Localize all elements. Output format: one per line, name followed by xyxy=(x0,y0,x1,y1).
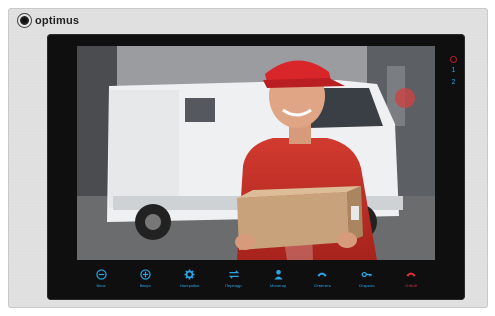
handset-icon xyxy=(316,268,328,280)
volume-up-label: Вверх xyxy=(139,283,151,288)
monitor-label: Монитор xyxy=(269,283,287,288)
intercom-monitor: optimus 1 2 Вниз Вверх Настройки Переадр… xyxy=(8,8,488,308)
person-icon xyxy=(272,268,284,280)
gear-icon xyxy=(184,268,196,280)
channel-2-indicator: 2 xyxy=(451,79,456,86)
camera-image xyxy=(77,46,435,260)
hangup-icon xyxy=(405,268,417,280)
power-indicator-icon xyxy=(450,56,457,63)
transfer-label: Переадр. xyxy=(225,283,243,288)
unlock-label: Открыть xyxy=(358,283,375,288)
hangup-button[interactable]: Отбой xyxy=(391,268,431,296)
settings-label: Настройки xyxy=(179,283,200,288)
volume-up-button[interactable]: Вверх xyxy=(125,268,165,296)
video-screen xyxy=(77,46,435,260)
hangup-label: Отбой xyxy=(405,283,417,288)
brand-name: optimus xyxy=(35,14,80,27)
status-indicators: 1 2 xyxy=(450,56,457,87)
volume-down-button[interactable]: Вниз xyxy=(81,268,121,296)
monitor-button[interactable]: Монитор xyxy=(258,268,298,296)
unlock-button[interactable]: Открыть xyxy=(347,268,387,296)
settings-button[interactable]: Настройки xyxy=(170,268,210,296)
plus-circle-icon xyxy=(139,268,151,280)
transfer-button[interactable]: Переадр. xyxy=(214,268,254,296)
front-panel: 1 2 Вниз Вверх Настройки Переадр. Монито… xyxy=(47,34,465,300)
brand: optimus xyxy=(18,14,79,27)
control-buttons: Вниз Вверх Настройки Переадр. Монитор От… xyxy=(77,268,435,296)
transfer-icon xyxy=(228,268,240,280)
volume-down-label: Вниз xyxy=(96,283,106,288)
minus-circle-icon xyxy=(95,268,107,280)
brand-logo-icon xyxy=(18,14,31,27)
channel-1-indicator: 1 xyxy=(451,67,456,74)
answer-button[interactable]: Ответить xyxy=(302,268,342,296)
key-icon xyxy=(361,268,373,280)
answer-label: Ответить xyxy=(313,283,331,288)
